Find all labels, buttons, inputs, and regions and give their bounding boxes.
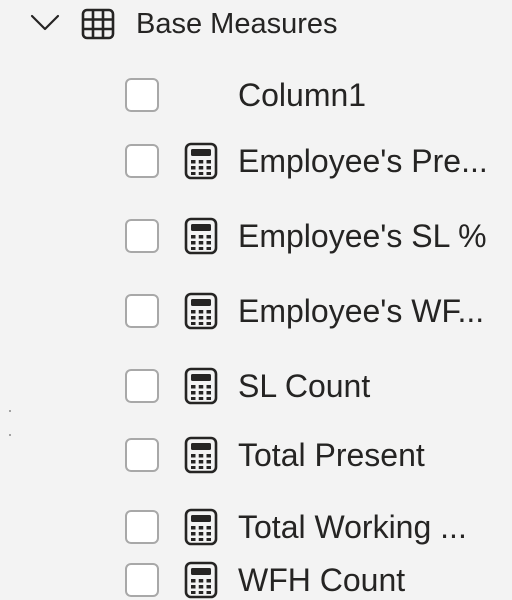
field-row-employees-present[interactable]: Employee's Pre... bbox=[0, 130, 512, 196]
field-checkbox[interactable] bbox=[125, 78, 159, 112]
field-row-wfh-count[interactable]: WFH Count bbox=[0, 549, 512, 600]
field-label: Total Present bbox=[238, 437, 425, 473]
field-checkbox[interactable] bbox=[125, 294, 159, 328]
field-row-column1[interactable]: Column1 bbox=[0, 64, 512, 130]
field-label: Employee's SL % bbox=[238, 218, 487, 254]
calculator-icon bbox=[184, 142, 218, 180]
field-checkbox[interactable] bbox=[125, 510, 159, 544]
table-grid-icon bbox=[81, 8, 115, 40]
field-checkbox[interactable] bbox=[125, 144, 159, 178]
table-header-base-measures[interactable]: Base Measures bbox=[0, 0, 512, 48]
calculator-icon bbox=[184, 292, 218, 330]
field-label: WFH Count bbox=[238, 562, 406, 598]
field-row-sl-count[interactable]: SL Count bbox=[0, 355, 512, 421]
field-label: Employee's WF... bbox=[238, 293, 485, 329]
chevron-down-icon[interactable] bbox=[30, 10, 60, 36]
field-checkbox[interactable] bbox=[125, 438, 159, 472]
field-label: SL Count bbox=[238, 368, 371, 404]
fields-pane: Base Measures Column1 Employee's Pre... … bbox=[0, 0, 512, 600]
calculator-icon bbox=[184, 367, 218, 405]
field-checkbox[interactable] bbox=[125, 369, 159, 403]
calculator-icon bbox=[184, 436, 218, 474]
table-name: Base Measures bbox=[136, 8, 338, 40]
field-label: Column1 bbox=[238, 77, 367, 113]
field-label: Total Working ... bbox=[238, 509, 467, 545]
field-checkbox[interactable] bbox=[125, 219, 159, 253]
scroll-edge-mark bbox=[9, 434, 11, 436]
field-row-employees-sl-percent[interactable]: Employee's SL % bbox=[0, 205, 512, 271]
field-label: Employee's Pre... bbox=[238, 143, 488, 179]
calculator-icon bbox=[184, 217, 218, 255]
calculator-icon bbox=[184, 561, 218, 599]
field-checkbox[interactable] bbox=[125, 563, 159, 597]
calculator-icon bbox=[184, 508, 218, 546]
scroll-edge-mark bbox=[9, 410, 11, 412]
field-row-total-present[interactable]: Total Present bbox=[0, 424, 512, 490]
field-row-employees-wfh[interactable]: Employee's WF... bbox=[0, 280, 512, 346]
